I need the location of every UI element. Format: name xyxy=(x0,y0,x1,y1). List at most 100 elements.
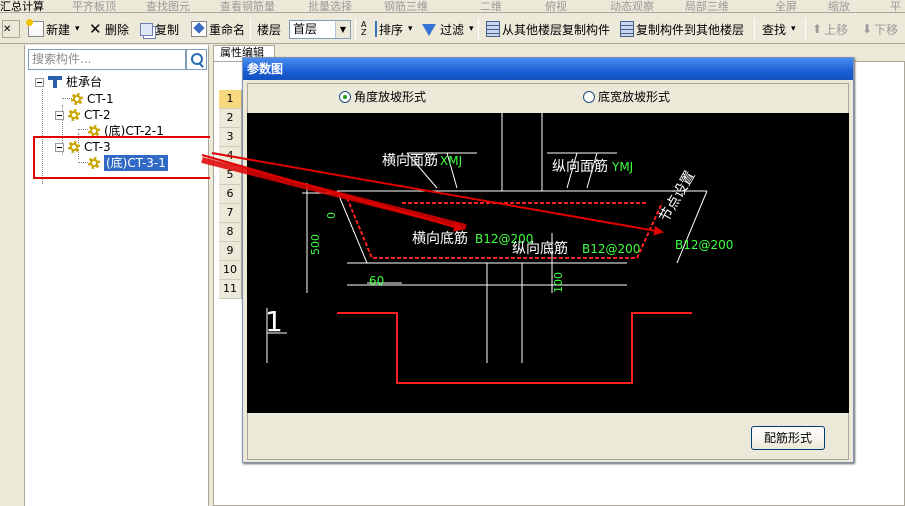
sort-label: 排序 xyxy=(379,22,404,37)
grid-row-header[interactable]: 3 xyxy=(219,128,242,147)
side-strip xyxy=(0,45,25,506)
label-vert-face: 纵向面筋 xyxy=(552,158,608,175)
pile-cap-icon xyxy=(48,76,62,88)
label-horiz-face: 横向面筋 xyxy=(382,152,438,169)
radio-angle-label: 角度放坡形式 xyxy=(354,90,427,104)
building-icon xyxy=(620,21,634,37)
summary-calc-button[interactable]: 汇总计算 xyxy=(0,0,44,12)
flush-top-button[interactable]: 平齐板顶 xyxy=(72,0,116,12)
view-2d-button[interactable]: 二维 xyxy=(480,0,502,12)
copy-label: 复制 xyxy=(155,22,180,37)
floor-label: 楼层 xyxy=(257,22,282,37)
parameter-drawing: 横向面筋 XMJ 纵向面筋 YMJ 节点设置 横向底筋 B12@200 纵向底筋… xyxy=(247,113,849,413)
top-view-button[interactable]: 俯视 xyxy=(545,0,567,12)
parameter-dialog: 参数图 角度放坡形式 底宽放坡形式 横向面筋 XMJ 纵向面筋 YMJ 节点设置… xyxy=(242,57,854,463)
grid-row-header[interactable]: 5 xyxy=(219,166,242,185)
radio-width-label: 底宽放坡形式 xyxy=(598,90,671,104)
move-up-button[interactable]: ⬆ 上移 xyxy=(812,19,848,39)
collapse-icon[interactable] xyxy=(55,110,64,120)
close-panel-icon[interactable]: ✕ xyxy=(2,20,20,38)
grid-row-header[interactable]: 9 xyxy=(219,242,242,261)
tree-line xyxy=(78,129,88,130)
top-toolbar-cut: 汇总计算 平齐板顶 查找图元 查看钢筋量 批量选择 钢筋三维 二维 俯视 动态观… xyxy=(0,0,905,13)
dim-60: 60 xyxy=(369,274,384,288)
collapse-icon[interactable] xyxy=(35,77,44,87)
filter-button[interactable]: 过滤 xyxy=(420,19,474,39)
sort-icon xyxy=(361,20,377,37)
label-node-setting: 节点设置 xyxy=(657,169,699,225)
grid-row-header[interactable]: 7 xyxy=(219,204,242,223)
dynamic-view-button[interactable]: 动态观察 xyxy=(610,0,654,12)
label-b12-2: B12@200 xyxy=(582,242,640,256)
local-3d-button[interactable]: 局部三维 xyxy=(685,0,729,12)
separator xyxy=(250,18,251,40)
dialog-title: 参数图 xyxy=(243,58,853,80)
grid-row-header[interactable]: 4 xyxy=(219,147,242,166)
dim-500: 500 xyxy=(309,234,322,255)
label-b12-3: B12@200 xyxy=(675,238,733,252)
pan-button[interactable]: 平 xyxy=(890,0,901,12)
gear-icon xyxy=(68,109,80,121)
tree-item-ct-2[interactable]: CT-2 xyxy=(55,107,111,123)
grid-row-header[interactable]: 2 xyxy=(219,109,242,128)
view-rebar-button[interactable]: 查看钢筋量 xyxy=(220,0,275,12)
separator xyxy=(478,18,479,40)
copy-icon xyxy=(140,22,153,36)
fullscreen-button[interactable]: 全屏 xyxy=(775,0,797,12)
label-xmj: XMJ xyxy=(440,154,462,168)
filter-icon xyxy=(422,24,436,36)
dim-0: 0 xyxy=(325,212,338,219)
search-icon[interactable] xyxy=(186,49,207,70)
radio-width-slope[interactable]: 底宽放坡形式 xyxy=(583,88,670,105)
delete-label: 删除 xyxy=(105,22,130,37)
radio-unselected-icon xyxy=(583,90,595,103)
chevron-down-icon[interactable]: ▼ xyxy=(335,21,350,38)
new-label: 新建 xyxy=(46,22,71,37)
radio-selected-icon xyxy=(339,90,351,103)
find-element-button[interactable]: 查找图元 xyxy=(146,0,190,12)
copy-to-other-floor-button[interactable]: 复制构件到其他楼层 xyxy=(620,19,744,39)
label-ymj: YMJ xyxy=(611,160,633,174)
new-button[interactable]: 新建 xyxy=(26,19,80,39)
floor-select-value: 首层 xyxy=(293,22,318,36)
move-up-label: 上移 xyxy=(824,22,849,37)
grid-row-header[interactable]: 8 xyxy=(219,223,242,242)
highlight-box xyxy=(33,136,216,179)
cad-drawing: 横向面筋 XMJ 纵向面筋 YMJ 节点设置 横向底筋 B12@200 纵向底筋… xyxy=(265,113,733,384)
copy-from-other-floor-label: 从其他楼层复制构件 xyxy=(502,22,611,37)
sort-button[interactable]: 排序 xyxy=(361,19,413,39)
move-down-button[interactable]: ⬇ 下移 xyxy=(862,19,898,39)
grid-row-header[interactable]: 1 xyxy=(219,90,242,109)
move-down-label: 下移 xyxy=(874,22,899,37)
zoom-button[interactable]: 缩放 xyxy=(828,0,850,12)
new-icon xyxy=(26,19,44,37)
grid-row-header[interactable]: 6 xyxy=(219,185,242,204)
batch-select-button[interactable]: 批量选择 xyxy=(308,0,352,12)
tree-item-label: CT-1 xyxy=(87,92,114,106)
rebar-3d-button[interactable]: 钢筋三维 xyxy=(384,0,428,12)
search-input[interactable]: 搜索构件... xyxy=(28,49,186,70)
delete-button[interactable]: ✕ 删除 xyxy=(89,19,129,39)
filter-label: 过滤 xyxy=(440,22,465,37)
tree-root-label: 桩承台 xyxy=(66,75,103,89)
rename-button[interactable]: 重命名 xyxy=(191,19,245,39)
tree-item-ct-1[interactable]: CT-1 xyxy=(71,91,114,107)
rebar-config-button[interactable]: 配筋形式 xyxy=(751,426,825,450)
component-tree-panel: 搜索构件... 桩承台 CT-1 CT-2 (底)CT-2-1 CT-3 (底)… xyxy=(25,45,209,506)
tree-item-label: CT-2 xyxy=(84,108,111,122)
delete-icon: ✕ xyxy=(89,20,102,38)
copy-button[interactable]: 复制 xyxy=(140,19,179,39)
tree-root-pile-cap[interactable]: 桩承台 xyxy=(35,74,102,90)
label-vert-bottom: 纵向底筋 xyxy=(512,240,568,257)
separator xyxy=(754,18,755,40)
grid-row-header[interactable]: 11 xyxy=(219,280,242,299)
floor-select[interactable]: 首层 ▼ xyxy=(289,20,351,39)
radio-angle-slope[interactable]: 角度放坡形式 xyxy=(339,88,426,105)
rename-label: 重命名 xyxy=(209,22,246,37)
find-button[interactable]: 查找 xyxy=(762,19,796,39)
grid-row-header[interactable]: 10 xyxy=(219,261,242,280)
label-horiz-bottom: 横向底筋 xyxy=(412,230,468,247)
component-toolbar: ✕ 新建 ✕ 删除 复制 重命名 楼层 首层 ▼ 排序 过滤 从其他楼层复制构件… xyxy=(0,14,905,44)
copy-from-other-floor-button[interactable]: 从其他楼层复制构件 xyxy=(486,19,610,39)
gear-icon xyxy=(71,93,83,105)
